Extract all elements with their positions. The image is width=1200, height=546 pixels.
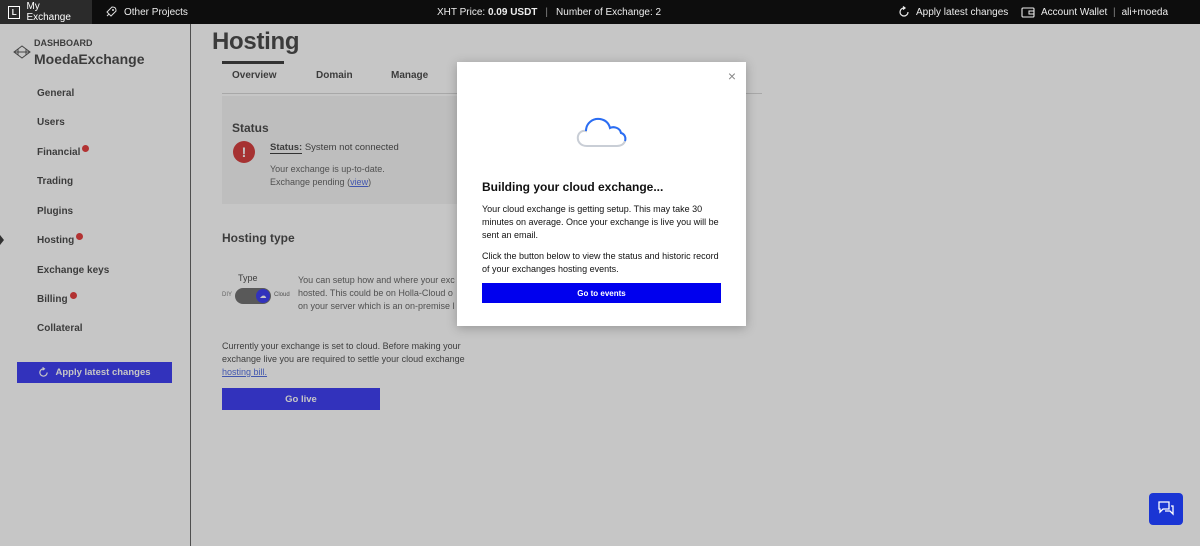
- go-to-events-button[interactable]: Go to events: [482, 283, 721, 303]
- account-wallet-label: Account Wallet: [1041, 6, 1108, 18]
- modal-paragraph-1: Your cloud exchange is getting setup. Th…: [482, 204, 719, 240]
- user-name: ali+moeda: [1121, 6, 1169, 18]
- exchange-count: Number of Exchange: 2: [556, 6, 662, 18]
- xht-price: XHT Price: 0.09 USDT: [437, 7, 537, 18]
- chat-icon: [1158, 501, 1174, 516]
- tab-my-exchange[interactable]: L My Exchange: [0, 0, 92, 24]
- topbar-info: XHT Price: 0.09 USDT | Number of Exchang…: [437, 0, 661, 24]
- tab-my-exchange-label: My Exchange: [26, 1, 71, 23]
- refresh-icon: [899, 6, 909, 17]
- tab-other-projects[interactable]: Other Projects: [96, 0, 196, 24]
- user-menu[interactable]: | ali+moeda: [1113, 0, 1168, 24]
- modal-paragraph-2: Click the button below to view the statu…: [482, 251, 719, 274]
- rocket-icon: [106, 6, 117, 17]
- separator: |: [545, 6, 549, 18]
- chat-button[interactable]: [1149, 493, 1183, 525]
- xht-price-value: 0.09 USDT: [487, 6, 538, 18]
- tab-other-projects-label: Other Projects: [124, 6, 188, 18]
- modal-title: Building your cloud exchange...: [482, 180, 664, 194]
- cloud-icon: [576, 117, 627, 147]
- separator: |: [1113, 6, 1116, 18]
- account-wallet-link[interactable]: Account Wallet: [1021, 0, 1107, 24]
- apply-changes-label: Apply latest changes: [916, 6, 1009, 18]
- close-icon[interactable]: ×: [728, 68, 736, 84]
- building-exchange-modal: × Building your cloud exchange... Your c…: [457, 62, 746, 326]
- wallet-icon: [1021, 7, 1035, 18]
- xht-price-label: XHT Price:: [437, 6, 486, 18]
- topbar-apply-changes[interactable]: Apply latest changes: [898, 0, 1008, 24]
- top-bar: L My Exchange Other Projects XHT Price: …: [0, 0, 1200, 24]
- logo-icon: L: [8, 5, 21, 19]
